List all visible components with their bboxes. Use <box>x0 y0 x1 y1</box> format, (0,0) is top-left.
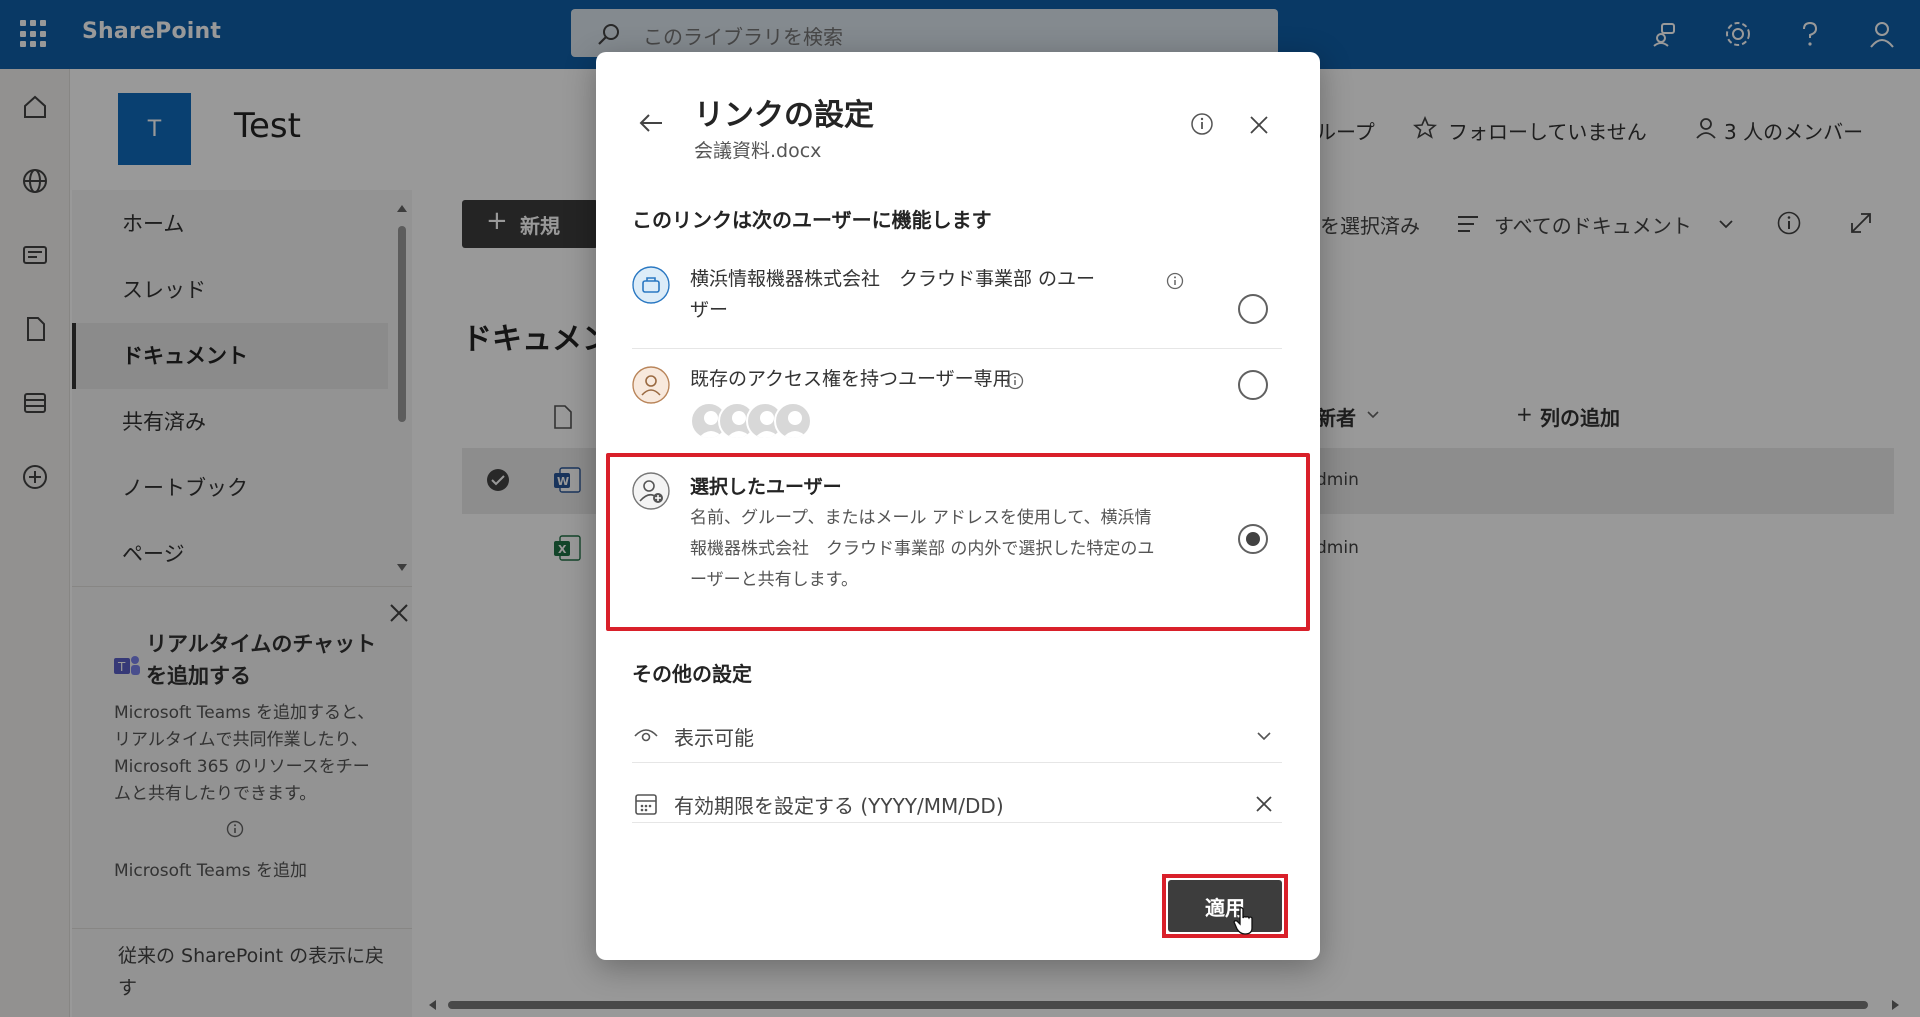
info-icon[interactable] <box>1166 272 1184 290</box>
permission-value: 表示可能 <box>674 726 754 750</box>
chevron-down-icon[interactable] <box>1254 726 1274 746</box>
other-settings-label: その他の設定 <box>632 662 752 686</box>
hand-cursor-icon <box>1233 907 1253 935</box>
option-organization-label-cont: ザー <box>690 299 729 321</box>
app-window: SharePoint このライブラリを検索 T Test ループ フォローしてい… <box>0 0 1920 1017</box>
info-icon[interactable] <box>1190 112 1214 136</box>
setting-divider <box>632 762 1282 763</box>
clear-icon[interactable] <box>1254 794 1274 814</box>
dialog-filename: 会議資料.docx <box>694 140 822 162</box>
audience-section-label: このリンクは次のユーザーに機能します <box>632 208 992 232</box>
setting-divider <box>632 822 1282 823</box>
dialog-title: リンクの設定 <box>694 98 874 133</box>
apply-highlight-box <box>1162 874 1288 938</box>
option-existing-access-radio[interactable] <box>1238 370 1268 400</box>
option-existing-access-label: 既存のアクセス権を持つユーザー専用 <box>690 368 1012 390</box>
calendar-icon <box>635 794 657 815</box>
option-divider <box>632 348 1282 349</box>
close-icon[interactable] <box>1248 114 1270 136</box>
eye-icon <box>634 729 658 742</box>
person-icon <box>632 366 670 404</box>
avatar <box>774 402 812 440</box>
option-organization[interactable]: 横浜情報機器株式会社 クラウド事業部 のユー ザー <box>632 264 1282 346</box>
info-icon[interactable] <box>1006 372 1024 390</box>
link-settings-dialog: リンクの設定 会議資料.docx このリンクは次のユーザーに機能します 横浜情報… <box>596 52 1320 960</box>
back-arrow-icon[interactable] <box>636 108 666 138</box>
selection-highlight-box <box>606 453 1310 631</box>
briefcase-icon <box>632 266 670 304</box>
option-organization-radio[interactable] <box>1238 294 1268 324</box>
user-avatars <box>690 402 830 444</box>
permission-dropdown[interactable]: 表示可能 <box>632 710 1282 762</box>
expiry-date-placeholder: 有効期限を設定する (YYYY/MM/DD) <box>674 794 1004 818</box>
option-organization-label: 横浜情報機器株式会社 クラウド事業部 のユー <box>690 268 1096 290</box>
